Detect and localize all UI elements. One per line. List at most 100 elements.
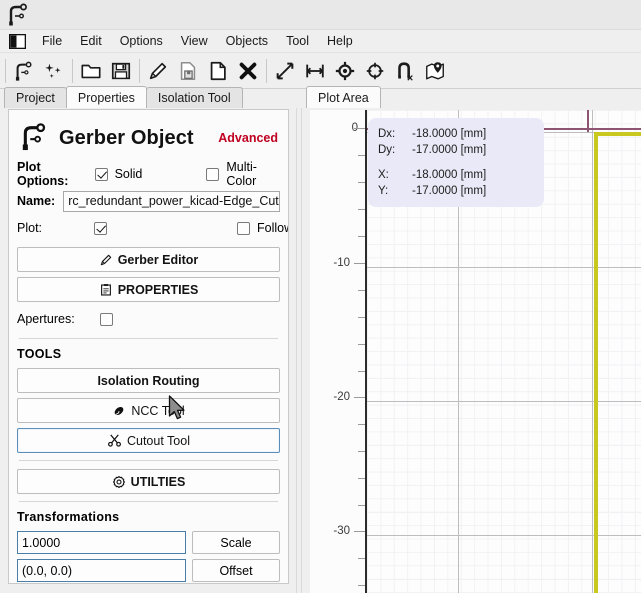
zoom-fit-icon[interactable] [270,56,300,86]
plot-checkbox[interactable] [94,221,108,235]
y-tick-label: 0 [324,122,358,134]
tab-project[interactable]: Project [4,87,67,108]
scale-row: 1.0000 Scale [17,531,280,554]
panel-splitter[interactable] [296,108,302,593]
toolbar-separator [72,58,73,83]
follow-checkbox[interactable] [237,221,251,235]
menu-help[interactable]: Help [318,32,362,50]
cutout-tool-label: Cutout Tool [126,433,190,448]
ncc-tool-button[interactable]: NCC Tool [17,398,280,423]
isolation-routing-label: Isolation Routing [97,373,200,388]
gerber-editor-label: Gerber Editor [117,252,199,267]
page-title: Gerber Object [59,126,194,149]
set-origin-icon[interactable] [330,56,360,86]
gridline-major [367,267,641,268]
tooltip-spacer [378,158,534,167]
paint-blob-icon [112,404,126,418]
advanced-label: Advanced [218,131,278,145]
divider [19,460,278,461]
name-input[interactable]: rc_redundant_power_kicad-Edge_Cuts.gm1 [63,190,280,212]
ncc-tool-label: NCC Tool [131,403,185,418]
menu-objects[interactable]: Objects [217,32,277,50]
isolation-routing-button[interactable]: Isolation Routing [17,368,280,393]
gerber-editor-button[interactable]: Gerber Editor [17,247,280,272]
menu-view[interactable]: View [172,32,217,50]
apertures-label: Apertures: [17,312,75,326]
tab-plot-area[interactable]: Plot Area [306,86,381,108]
y-tick-major [354,397,365,398]
name-label: Name: [17,194,56,208]
y-tick-label: -10 [333,257,350,269]
menu-file[interactable]: File [33,32,71,50]
solid-checkbox[interactable] [94,167,108,181]
properties-button[interactable]: PROPERTIES [17,277,280,302]
tab-isolation-tool[interactable]: Isolation Tool [145,87,243,108]
pencil-icon [99,253,113,267]
toolbar-separator [5,58,6,83]
offset-input[interactable]: (0.0, 0.0) [17,559,186,582]
apertures-row: Apertures: [17,307,280,331]
y-tick-minor [358,236,365,237]
y-tick-major [354,263,365,264]
plot-area-panel: 0 -10 -20 -30 Dx: [303,108,641,593]
new-excellon-icon[interactable] [39,56,69,86]
tooltip-row-dy: Dy: -17.0000 [mm] [378,142,534,158]
properties-panel: Gerber Object Advanced Plot Options: Sol… [0,108,297,593]
offset-button[interactable]: Offset [192,559,280,582]
y-tick-label: -30 [333,525,350,537]
divider [19,338,278,339]
menu-options[interactable]: Options [111,32,172,50]
open-folder-icon[interactable] [76,56,106,86]
edit-pencil-icon[interactable] [143,56,173,86]
gridline-major [367,535,641,536]
y-tick-minor [358,585,365,586]
tooltip-value-x: -18.0000 [mm] [412,169,487,181]
toolbar-separator [266,58,267,83]
transformations-section-title: Transformations [17,510,120,524]
snap-magnet-icon[interactable] [390,56,420,86]
properties-panel-inner: Gerber Object Advanced Plot Options: Sol… [8,109,289,584]
plot-options-label: Plot Options: [17,160,69,188]
save-document-icon[interactable] [173,56,203,86]
flatcam-window: File Edit Options View Objects Tool Help [0,0,641,593]
y-tick-minor [358,558,365,559]
gear-icon [112,475,126,489]
new-geometry-icon[interactable] [9,56,39,86]
locate-map-pin-icon[interactable] [420,56,450,86]
solid-label: Solid [114,167,143,181]
toolbar-separator [139,58,140,83]
menubar: File Edit Options View Objects Tool Help [0,30,641,53]
coordinate-tooltip: Dx: -18.0000 [mm] Dy: -17.0000 [mm] X: -… [368,118,544,207]
menu-edit[interactable]: Edit [71,32,111,50]
tooltip-row-x: X: -18.0000 [mm] [378,167,534,183]
offset-row: (0.0, 0.0) Offset [17,559,280,582]
y-tick-minor [358,317,365,318]
gerber-outline-horizontal [594,132,641,136]
scale-input[interactable]: 1.0000 [17,531,186,554]
scale-button[interactable]: Scale [192,531,280,554]
save-floppy-icon[interactable] [106,56,136,86]
divider [19,501,278,502]
delete-x-icon[interactable] [233,56,263,86]
plot-row: Plot: Follow [17,216,288,240]
title-strip [0,0,641,30]
menu-tool[interactable]: Tool [277,32,318,50]
plot-tabrow: Plot Area [306,86,381,108]
apertures-checkbox[interactable] [99,312,113,326]
tooltip-row-dx: Dx: -18.0000 [mm] [378,126,534,142]
utilities-button[interactable]: UTILTIES [17,469,280,494]
jump-to-location-icon[interactable] [360,56,390,86]
gerber-object-icon [17,121,59,156]
gridline-major [367,401,641,402]
plot-label: Plot: [17,221,43,235]
name-row: Name: rc_redundant_power_kicad-Edge_Cuts… [17,189,280,213]
panel-toggle-icon[interactable] [8,33,27,50]
multicolor-checkbox[interactable] [206,167,220,181]
copy-document-icon[interactable] [203,56,233,86]
utilities-label: UTILTIES [130,474,186,489]
measure-distance-icon[interactable] [300,56,330,86]
tools-section-title: TOOLS [17,347,62,361]
tab-properties[interactable]: Properties [65,86,147,108]
cutout-tool-button[interactable]: Cutout Tool [17,428,280,453]
y-tick-minor [358,155,365,156]
